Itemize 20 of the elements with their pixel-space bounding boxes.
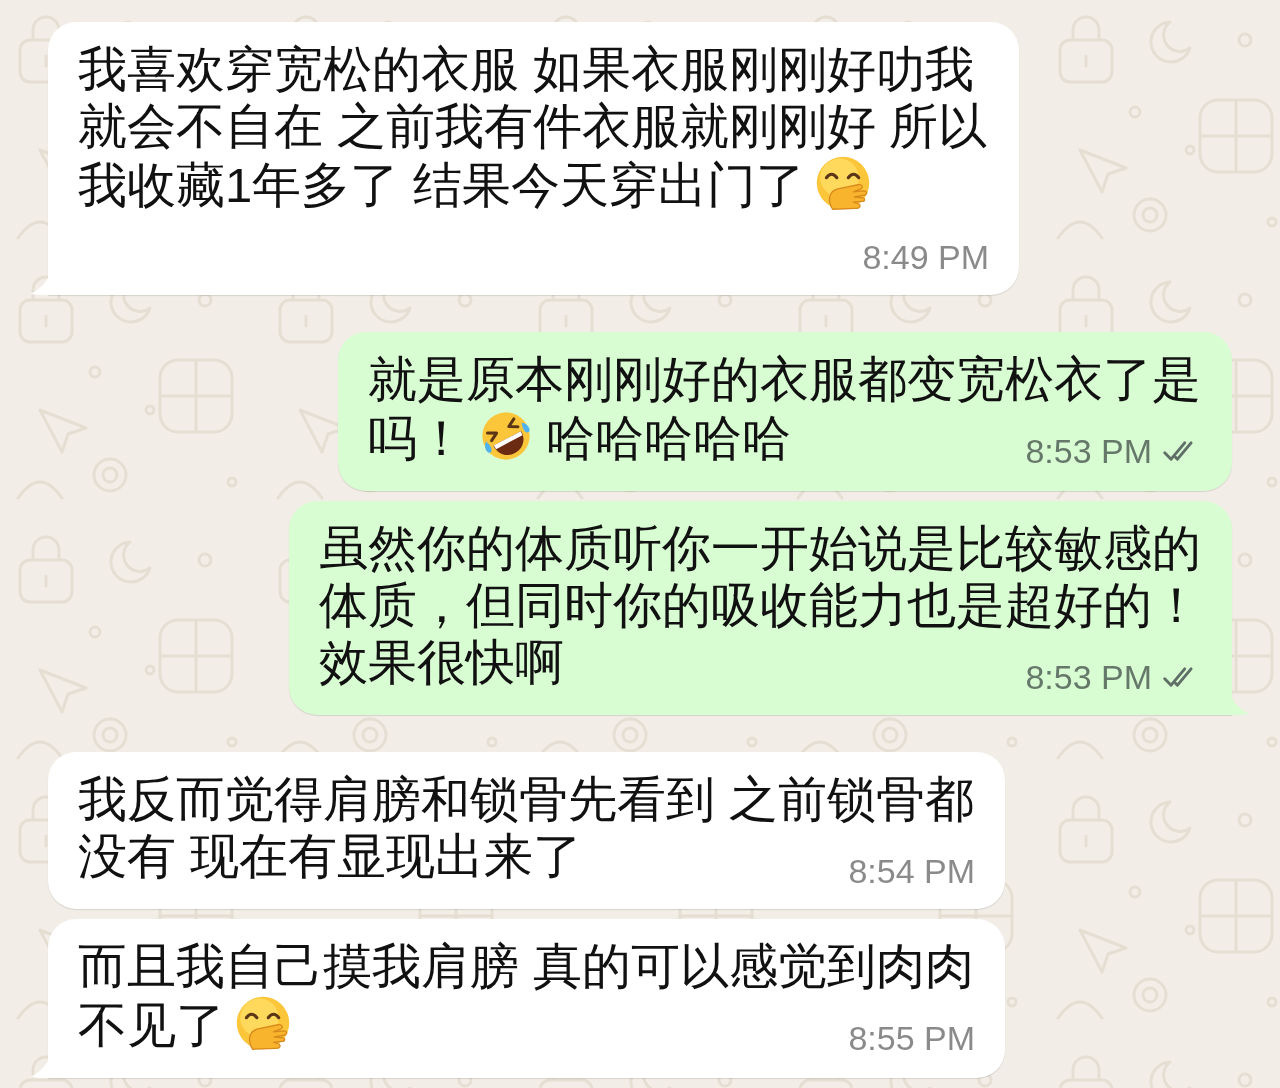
message-time: 8:53 PM <box>1025 656 1152 697</box>
message-text: 我收藏1年多了 结果今天穿出门了 <box>78 158 805 212</box>
message-text: 体质，但同时你的吸收能力也是超好的！ <box>319 578 1201 632</box>
message-text: 哈哈哈哈哈 <box>546 411 791 465</box>
message-text: 吗！ <box>368 411 466 465</box>
message-time: 8:54 PM <box>848 850 975 891</box>
message-text: 就会不自在 之前我有件衣服就刚刚好 所以 <box>78 99 988 153</box>
message-text: 虽然你的体质听你一开始说是比较敏感的 <box>319 521 1201 575</box>
message-time: 8:53 PM <box>1025 430 1152 471</box>
face-hand-over-mouth-icon <box>235 995 291 1051</box>
message-text: 我反而觉得肩膀和锁骨先看到 之前锁骨都 <box>78 772 974 826</box>
face-hand-over-mouth-icon <box>814 155 871 211</box>
message-text: 不见了 <box>78 998 225 1052</box>
message-text: 没有 现在有显现出来了 <box>78 829 582 883</box>
message-text: 效果很快啊 <box>319 635 564 689</box>
message-time: 8:49 PM <box>862 236 989 277</box>
message-text: 就是原本刚刚好的衣服都变宽松衣了是 <box>368 352 1201 406</box>
message-text: 而且我自己摸我肩膀 真的可以感觉到肉肉 <box>78 939 974 993</box>
message-time: 8:55 PM <box>848 1017 975 1058</box>
message-text: 我喜欢穿宽松的衣服 如果衣服刚刚好叻我 <box>78 42 974 96</box>
